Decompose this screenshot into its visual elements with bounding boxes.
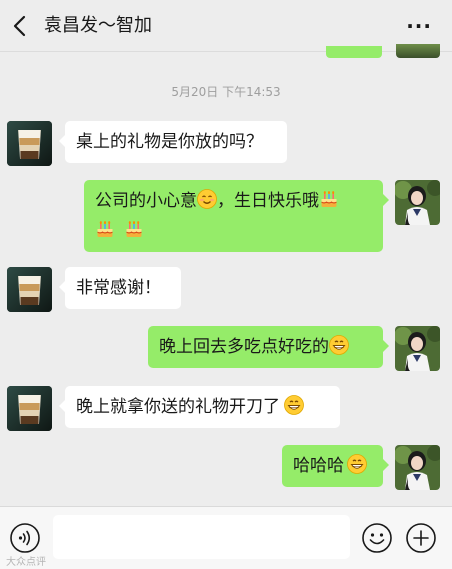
plus-icon[interactable] [405,522,437,554]
message-text: 晚上回去多吃点好吃的 [159,337,329,357]
message-text: ，生日快乐哦 [217,191,319,211]
message-bubble-outgoing[interactable]: 公司的小心意 ，生日快乐哦 [84,180,389,252]
watermark: 大众点评 [6,557,46,568]
cake-emoji [126,220,143,238]
input-bar [0,506,452,569]
message-bubble-outgoing[interactable]: 哈哈哈 [282,445,389,487]
my-avatar[interactable] [395,326,440,371]
grinning-face-emoji [347,454,367,474]
contact-avatar[interactable] [7,386,52,431]
my-avatar[interactable] [395,445,440,490]
message-input[interactable] [53,515,350,559]
message-text: 非常感谢！ [76,278,161,298]
message-bubble-outgoing[interactable]: 晚上回去多吃点好吃的 [148,326,389,368]
chat-timestamp: 5月20日 下午14:53 [171,85,281,99]
voice-icon[interactable] [9,522,41,554]
more-options-button[interactable]: ··· [406,16,432,36]
cake-emoji [97,220,113,238]
chat-title: 袁昌发～智加 [44,15,152,36]
message-bubble-incoming[interactable]: 晚上就拿你送的礼物开刀了 [59,386,340,428]
contact-avatar[interactable] [7,121,52,166]
emoji-face-icon[interactable] [361,522,393,554]
message-text: 公司的小心意 [95,191,197,211]
previous-message-bubble [326,46,382,58]
message-bubble-incoming[interactable]: 桌上的礼物是你放的吗？ [59,121,287,163]
grinning-face-emoji [284,395,304,415]
contact-avatar[interactable] [7,267,52,312]
chevron-left-icon[interactable] [10,14,32,38]
grinning-face-emoji [329,335,349,355]
message-text: 晚上就拿你送的礼物开刀了 [76,397,280,417]
previous-avatar [396,44,440,58]
chat-header: 袁昌发～智加 ··· [0,0,452,52]
cake-emoji [321,190,337,208]
my-avatar[interactable] [395,180,440,225]
smiling-face-emoji [197,189,217,209]
message-text: 哈哈哈 [293,456,344,476]
message-text: 桌上的礼物是你放的吗？ [76,132,263,152]
message-bubble-incoming[interactable]: 非常感谢！ [59,267,181,309]
